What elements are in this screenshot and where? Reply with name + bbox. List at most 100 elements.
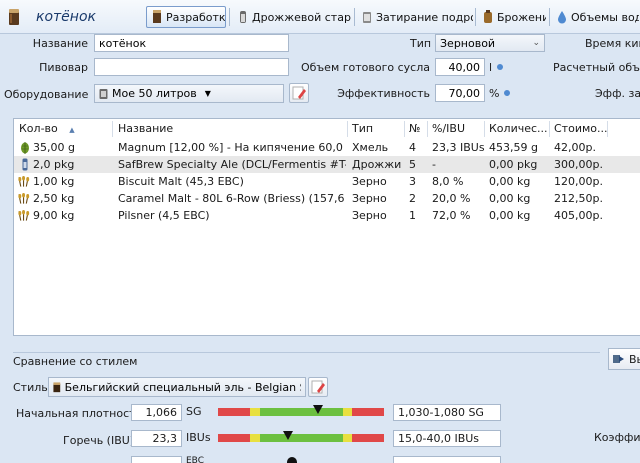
style-comparison-title: Сравнение со стилем <box>13 355 138 368</box>
column-divider <box>484 121 485 137</box>
tab-mash-details[interactable]: Затирание подроб. <box>356 6 474 28</box>
og-range: 1,030-1,080 SG <box>393 404 501 421</box>
edit-style-button[interactable] <box>308 377 328 397</box>
meter-marker <box>313 405 323 414</box>
cell-number: 1 <box>409 209 416 222</box>
column-header-number[interactable]: № <box>409 122 420 135</box>
cell-name: Caramel Malt - 80L 6-Row (Briess) (157,6… <box>118 192 346 205</box>
kettle-icon <box>99 88 108 99</box>
recipe-name-input[interactable]: котёнок <box>94 34 289 52</box>
column-header-type[interactable]: Тип <box>352 122 373 135</box>
column-divider <box>112 121 113 137</box>
meter-band <box>218 408 250 416</box>
batch-volume-unit: l <box>489 61 493 74</box>
tab-yeast-starter[interactable]: Дрожжевой стартер <box>232 6 352 28</box>
ibu-label: Горечь (IBU) <box>63 434 135 447</box>
equipment-label: Оборудование <box>4 88 89 101</box>
meter-band <box>352 434 384 442</box>
table-row[interactable]: 2,50 kg Caramel Malt - 80L 6-Row (Briess… <box>14 190 640 207</box>
brewer-label: Пивовар <box>39 61 88 74</box>
cell-amount: 2,50 kg <box>33 192 75 205</box>
meter-marker <box>283 431 293 440</box>
recipe-type-value: Зерновой <box>440 36 496 50</box>
section-divider <box>13 352 600 353</box>
style-select[interactable]: Бельгийский специальный эль - Belgian Sp… <box>48 377 306 397</box>
tab-divider <box>475 8 476 26</box>
style-value: Бельгийский специальный эль - Belgian Sp… <box>64 380 301 394</box>
table-row[interactable]: 35,00 g Magnum [12,00 %] - На кипячение … <box>14 139 640 156</box>
export-button[interactable]: Вы <box>608 348 640 370</box>
water-drop-icon <box>558 11 566 24</box>
og-label: Начальная плотность <box>16 407 143 420</box>
og-value: 1,066 <box>131 404 182 421</box>
tab-fermentation[interactable]: Брожение <box>477 6 547 28</box>
column-divider <box>347 121 348 137</box>
cell-number: 2 <box>409 192 416 205</box>
table-row[interactable]: 2,0 pkg SafBrew Specialty Ale (DCL/Ferme… <box>14 156 640 173</box>
cell-amount: 1,00 kg <box>33 175 75 188</box>
boil-time-label: Время кипя <box>585 37 640 50</box>
cell-percent-ibu: - <box>432 158 436 171</box>
tab-divider <box>549 8 550 26</box>
table-row[interactable]: 9,00 kg Pilsner (4,5 EBC) Зерно 1 72,0 %… <box>14 207 640 224</box>
cell-cost: 120,00р. <box>554 175 603 188</box>
table-row[interactable]: 1,00 kg Biscuit Malt (45,3 EBC) Зерно 3 … <box>14 173 640 190</box>
type-label: Тип <box>410 37 432 50</box>
og-unit: SG <box>186 405 202 418</box>
column-header-percent-ibu[interactable]: %/IBU <box>432 122 465 135</box>
cell-type: Хмель <box>352 141 389 154</box>
cell-number: 5 <box>409 158 416 171</box>
beer-glass-icon <box>9 9 19 25</box>
tab-design[interactable]: Разработка <box>146 6 226 28</box>
cell-quantity: 0,00 kg <box>489 175 531 188</box>
batch-volume-input[interactable]: 40,00 <box>435 58 485 76</box>
equipment-select[interactable]: Мое 50 литров ▼ <box>94 84 284 103</box>
mash-tun-icon <box>363 12 371 23</box>
efficiency-input[interactable]: 70,00 <box>435 84 485 102</box>
brewer-input[interactable] <box>94 58 289 76</box>
equipment-value: Мое 50 литров <box>112 87 197 100</box>
cell-name: SafBrew Specialty Ale (DCL/Fermentis #T-… <box>118 158 346 171</box>
tab-label: Объемы воды <box>571 10 639 24</box>
cell-name: Magnum [12,00 %] - На кипячение 60,0 min <box>118 141 346 154</box>
column-header-quantity[interactable]: Количес... <box>489 122 548 135</box>
column-header-cost[interactable]: Стоимо... <box>554 122 608 135</box>
export-arrow-icon <box>613 355 624 363</box>
cell-quantity: 0,00 kg <box>489 192 531 205</box>
column-divider <box>427 121 428 137</box>
cell-quantity: 0,00 pkg <box>489 158 538 171</box>
cell-type: Зерно <box>352 192 387 205</box>
name-label: Название <box>32 37 88 50</box>
cell-type: Зерно <box>352 175 387 188</box>
column-divider <box>607 121 608 137</box>
meter-band <box>218 434 250 442</box>
tab-water-volumes[interactable]: Объемы воды <box>551 6 640 28</box>
style-label: Стиль <box>13 381 48 394</box>
cell-percent-ibu: 23,3 IBUs <box>432 141 485 154</box>
grain-icon <box>18 176 30 187</box>
info-dot-icon[interactable] <box>504 90 510 96</box>
cell-cost: 42,00р. <box>554 141 596 154</box>
meter-band <box>260 434 343 442</box>
ibu-value: 23,3 <box>131 430 182 447</box>
meter-band <box>250 434 260 442</box>
meter-band <box>352 408 384 416</box>
column-header-amount[interactable]: Кол-во ▲ <box>19 122 75 135</box>
fermenter-icon <box>484 10 492 23</box>
recipe-type-select[interactable]: Зерновой ⌄ <box>435 34 545 52</box>
yeast-icon <box>22 158 28 171</box>
ingredients-table[interactable]: Кол-во ▲ Название Тип № %/IBU Количес...… <box>13 118 640 336</box>
coefficient-label: Коэффи <box>594 431 640 444</box>
tab-label: Разработка <box>166 10 226 24</box>
efficiency-unit: % <box>489 87 500 100</box>
ibu-meter <box>218 431 384 442</box>
ibu-range: 15,0-40,0 IBUs <box>393 430 501 447</box>
cell-percent-ibu: 72,0 % <box>432 209 471 222</box>
cell-quantity: 0,00 kg <box>489 209 531 222</box>
tab-label: Дрожжевой стартер <box>252 10 351 24</box>
color-unit: EBC <box>186 456 204 463</box>
info-dot-icon[interactable] <box>497 64 503 70</box>
recipe-title: котёнок <box>36 9 96 25</box>
color-value <box>131 456 182 463</box>
column-header-name[interactable]: Название <box>118 122 173 135</box>
